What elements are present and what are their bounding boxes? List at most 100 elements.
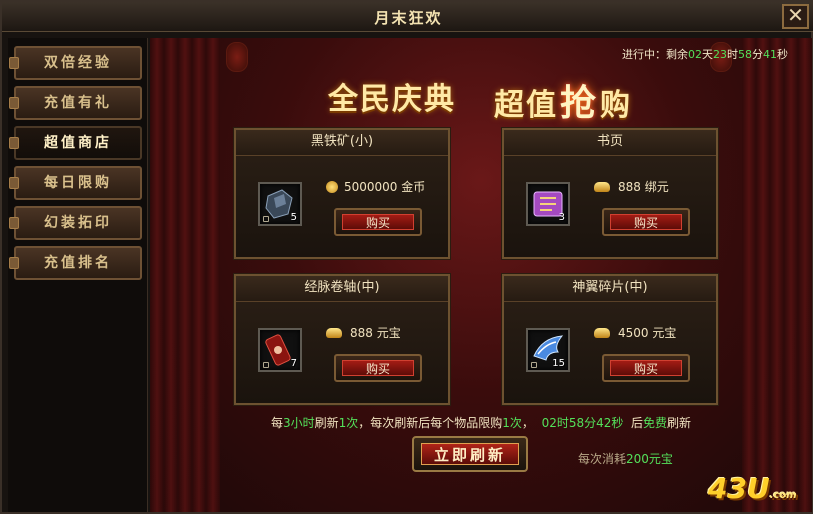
- buy-label: 购买: [342, 360, 414, 376]
- close-icon: ✕: [787, 3, 804, 27]
- buy-button[interactable]: 购买: [334, 354, 422, 382]
- timer-prefix: 进行中：剩余: [622, 48, 688, 61]
- price-value: 4500: [618, 326, 649, 340]
- refresh-cost: 每次消耗200元宝: [578, 450, 673, 467]
- title-bar: 月末狂欢 ✕: [2, 2, 813, 32]
- close-button[interactable]: ✕: [782, 4, 809, 29]
- tab-label: 幻装拓印: [44, 215, 112, 231]
- tab-recharge-gift[interactable]: 充值有礼: [9, 86, 142, 120]
- logo-main: 43U: [708, 472, 770, 505]
- tab-label: 充值有礼: [44, 95, 112, 111]
- banner-right-a: 超值: [494, 88, 558, 123]
- bind-lock-icon: [531, 362, 537, 368]
- item-count: 5: [290, 212, 297, 223]
- timer-hours-unit: 时: [727, 48, 738, 61]
- refresh-text: 后: [631, 416, 644, 430]
- logo-sub: .com: [769, 490, 797, 501]
- item-count: 15: [552, 358, 565, 369]
- cost-value: 200元宝: [626, 452, 673, 466]
- tab-knob-icon: [9, 97, 19, 109]
- refresh-interval: 3小时: [282, 416, 315, 430]
- tab-label: 双倍经验: [44, 55, 112, 71]
- lantern-icon: [226, 42, 248, 72]
- banner-highlight: 抢: [560, 82, 599, 124]
- ingot-icon: [594, 328, 610, 338]
- timer-minutes-unit: 分: [752, 48, 763, 61]
- curtain-left: [150, 38, 220, 512]
- item-price: 888 绑元: [594, 178, 669, 195]
- refresh-now-button[interactable]: 立即刷新: [412, 436, 528, 472]
- timer-seconds-unit: 秒: [777, 48, 788, 61]
- site-logo: 43U.com: [708, 472, 797, 505]
- refresh-text: ，每次刷新后每个物品限购: [358, 416, 503, 430]
- item-name: 书页: [504, 130, 716, 156]
- gold-coin-icon: [326, 181, 338, 193]
- buy-button[interactable]: 购买: [602, 354, 690, 382]
- timer-seconds: 41: [763, 48, 777, 61]
- curtain-right: [742, 38, 812, 512]
- refresh-text: ，: [521, 416, 534, 430]
- wing-fragment-icon[interactable]: 15: [526, 328, 570, 372]
- tab-knob-icon: [9, 217, 19, 229]
- scroll-page-icon[interactable]: 3: [526, 182, 570, 226]
- refresh-limit: 1次: [502, 416, 522, 430]
- buy-button[interactable]: 购买: [602, 208, 690, 236]
- timer-hours: 23: [713, 48, 727, 61]
- window-title: 月末狂欢: [374, 9, 443, 27]
- tab-recharge-rank[interactable]: 充值排名: [9, 246, 142, 280]
- tab-knob-icon: [9, 57, 19, 69]
- buy-label: 购买: [610, 214, 682, 230]
- tab-costume-imprint[interactable]: 幻装拓印: [9, 206, 142, 240]
- timer-days: 02: [688, 48, 702, 61]
- item-name: 黑铁矿(小): [236, 130, 448, 156]
- refresh-times: 1次: [338, 416, 359, 430]
- tab-label: 超值商店: [44, 135, 112, 151]
- banner-right-b: 购: [600, 88, 633, 123]
- price-value: 888: [618, 180, 641, 194]
- refresh-button-label: 立即刷新: [421, 443, 519, 465]
- shop-main-panel: 进行中：剩余02天23时58分41秒 全民庆典 超值抢购 黑铁矿(小) 5 50…: [150, 38, 812, 512]
- price-value: 888: [350, 326, 373, 340]
- buy-button[interactable]: 购买: [334, 208, 422, 236]
- item-name: 经脉卷轴(中): [236, 276, 448, 302]
- item-count: 3: [558, 212, 565, 223]
- refresh-text: 刷新: [667, 416, 692, 430]
- tab-daily-limit[interactable]: 每日限购: [9, 166, 142, 200]
- price-currency: 金币: [401, 180, 426, 194]
- shop-item-panel: 经脉卷轴(中) 7 888 元宝 购买: [234, 274, 450, 405]
- tab-knob-icon: [9, 177, 19, 189]
- tab-knob-icon: [9, 137, 19, 149]
- refresh-countdown: 02时58分42秒: [541, 416, 624, 430]
- price-value: 5000000: [344, 180, 398, 194]
- shop-item-panel: 神翼碎片(中) 15 4500 元宝 购买: [502, 274, 718, 405]
- banner-right: 超值抢购: [494, 74, 632, 124]
- event-timer: 进行中：剩余02天23时58分41秒: [622, 46, 788, 62]
- refresh-text: 刷新: [314, 416, 339, 430]
- cost-prefix: 每次消耗: [578, 452, 627, 466]
- tab-knob-icon: [9, 257, 19, 269]
- item-name: 神翼碎片(中): [504, 276, 716, 302]
- item-count: 7: [290, 358, 297, 369]
- bind-lock-icon: [263, 362, 269, 368]
- tab-double-exp[interactable]: 双倍经验: [9, 46, 142, 80]
- shop-item-panel: 黑铁矿(小) 5 5000000 金币 购买: [234, 128, 450, 259]
- event-window: 月末狂欢 ✕ 双倍经验 充值有礼 超值商店 每日限购 幻装拓印 充值排名 进行中…: [0, 0, 813, 514]
- item-price: 4500 元宝: [594, 324, 676, 341]
- banner-left: 全民庆典: [328, 82, 456, 117]
- tab-label: 充值排名: [44, 255, 112, 271]
- sidebar: 双倍经验 充值有礼 超值商店 每日限购 幻装拓印 充值排名: [8, 38, 148, 512]
- buy-label: 购买: [342, 214, 414, 230]
- price-currency: 元宝: [652, 326, 677, 340]
- timer-minutes: 58: [738, 48, 752, 61]
- timer-days-unit: 天: [702, 48, 713, 61]
- price-currency: 元宝: [376, 326, 401, 340]
- tab-value-shop[interactable]: 超值商店: [9, 126, 142, 160]
- meridian-scroll-icon[interactable]: 7: [258, 328, 302, 372]
- ingot-icon: [326, 328, 342, 338]
- refresh-free: 免费: [643, 416, 668, 430]
- buy-label: 购买: [610, 360, 682, 376]
- price-currency: 绑元: [644, 180, 669, 194]
- refresh-text: 每: [270, 416, 283, 430]
- item-price: 5000000 金币: [326, 178, 425, 195]
- ore-icon[interactable]: 5: [258, 182, 302, 226]
